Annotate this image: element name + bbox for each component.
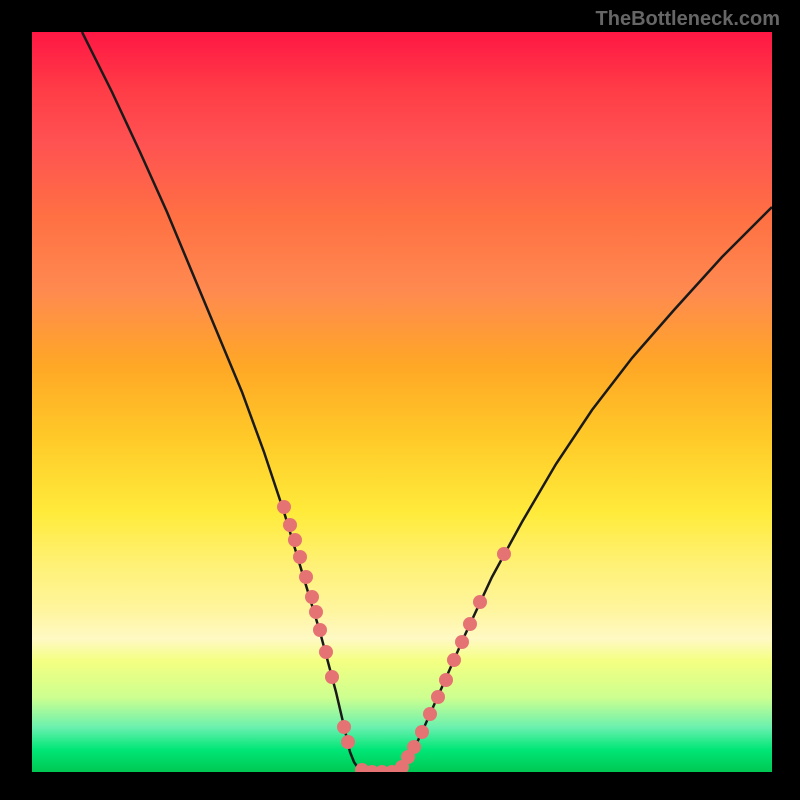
- data-marker: [463, 617, 477, 631]
- chart-gradient-background: [32, 32, 772, 772]
- data-marker: [293, 550, 307, 564]
- data-marker: [325, 670, 339, 684]
- data-marker: [455, 635, 469, 649]
- data-marker: [299, 570, 313, 584]
- chart-svg-canvas: [32, 32, 772, 772]
- data-marker: [319, 645, 333, 659]
- data-marker: [407, 740, 421, 754]
- data-marker: [415, 725, 429, 739]
- data-marker: [439, 673, 453, 687]
- data-marker: [305, 590, 319, 604]
- data-marker: [497, 547, 511, 561]
- data-marker: [447, 653, 461, 667]
- data-markers-group: [277, 500, 511, 772]
- data-marker: [309, 605, 323, 619]
- bottleneck-curve-path: [82, 32, 772, 772]
- data-marker: [288, 533, 302, 547]
- data-marker: [431, 690, 445, 704]
- data-marker: [341, 735, 355, 749]
- watermark-text: TheBottleneck.com: [596, 8, 780, 31]
- data-marker: [473, 595, 487, 609]
- data-marker: [337, 720, 351, 734]
- data-marker: [313, 623, 327, 637]
- data-marker: [277, 500, 291, 514]
- data-marker: [423, 707, 437, 721]
- data-marker: [283, 518, 297, 532]
